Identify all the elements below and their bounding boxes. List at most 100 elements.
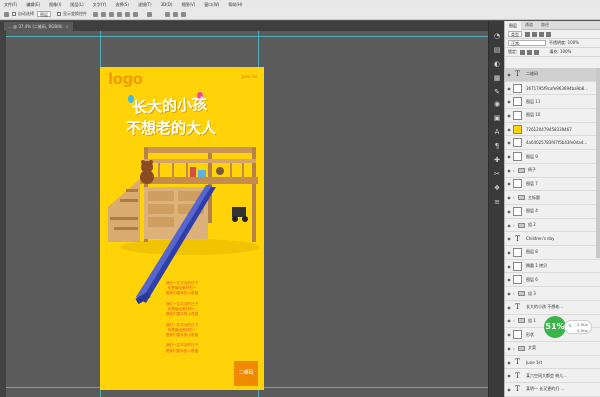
visibility-eye-icon[interactable]: ◉ (505, 127, 513, 132)
visibility-eye-icon[interactable]: ◉ (505, 332, 513, 337)
layer-row[interactable]: ◉ 图层 10 (505, 109, 600, 123)
visibility-eye-icon[interactable]: ◉ (505, 86, 513, 91)
3d-pan-icon[interactable] (181, 11, 186, 17)
history-icon[interactable]: ◔ (493, 33, 501, 40)
color-icon[interactable]: ◉ (493, 101, 501, 108)
layer-row[interactable]: ◉ › 椅子 (505, 164, 600, 178)
filter-text-icon[interactable] (539, 31, 544, 37)
layer-row[interactable]: ◉ T June 1st (505, 356, 600, 370)
visibility-eye-icon[interactable]: ◉ (505, 277, 513, 282)
properties-icon[interactable]: ▤ (493, 47, 501, 54)
document-tab[interactable]: ... @ 37.4% (二维码, RGB/8) × (4, 22, 73, 31)
layer-row[interactable]: ◉ 3671795f9cafe963694ba9b8... (505, 82, 600, 96)
menu-item[interactable]: 视图(V) (181, 2, 195, 8)
close-icon[interactable]: × (66, 24, 69, 29)
layer-row[interactable]: ◉ 图层 8 (505, 246, 600, 260)
brush-icon[interactable]: ✎ (493, 89, 501, 96)
align-center-icon[interactable] (101, 11, 106, 17)
3d-mode-icon[interactable] (165, 11, 170, 17)
adjustments-icon[interactable]: ◐ (493, 61, 501, 68)
auto-select-checkbox[interactable] (12, 12, 16, 16)
visibility-eye-icon[interactable]: ◉ (505, 346, 513, 351)
layers-scrollbar[interactable] (596, 68, 600, 258)
visibility-eye-icon[interactable]: ◉ (505, 113, 513, 118)
menu-item[interactable]: 图层(L) (70, 2, 83, 8)
lock-position-icon[interactable] (527, 49, 533, 55)
menu-item[interactable]: 图像(I) (49, 2, 61, 8)
lock-pixels-icon[interactable] (520, 49, 526, 55)
transform-checkbox[interactable] (57, 12, 61, 16)
layer-row[interactable]: ◉ T Children's day (505, 232, 600, 247)
lock-all-icon[interactable] (534, 49, 540, 55)
layer-row[interactable]: ◉ 图层 9 (505, 150, 600, 164)
opacity-field[interactable]: 不透明度: 100% (549, 40, 579, 46)
filter-shape-icon[interactable] (546, 31, 551, 37)
fill-field[interactable]: 填充: 100% (549, 49, 571, 55)
visibility-eye-icon[interactable]: ◉ (505, 209, 513, 214)
layer-row[interactable]: ◉ 图层 6 (505, 274, 600, 288)
layer-row[interactable]: ◉ 4a64025783f47f5b43fe0da4... (505, 137, 600, 151)
layer-row[interactable]: ◉ › 组 2 (505, 219, 600, 233)
menu-item[interactable]: 帮助(H) (228, 2, 242, 8)
align-right-icon[interactable] (109, 11, 114, 17)
menu-item[interactable]: 选择(S) (115, 2, 129, 8)
visibility-eye-icon[interactable]: ◉ (505, 387, 513, 392)
tab-paths[interactable]: 路径 (537, 22, 553, 28)
target-select[interactable]: 图层 (37, 11, 51, 17)
tab-channels[interactable]: 通道 (521, 22, 537, 28)
visibility-eye-icon[interactable]: ◉ (505, 72, 513, 77)
layer-row[interactable]: ◉ 图层 7 (505, 178, 600, 192)
libraries-icon[interactable]: ▣ (493, 115, 501, 122)
3d-rotate-icon[interactable] (173, 11, 178, 17)
character-icon[interactable]: A (493, 129, 501, 136)
visibility-eye-icon[interactable]: ◉ (505, 223, 513, 228)
visibility-eye-icon[interactable]: ◉ (505, 181, 513, 186)
visibility-eye-icon[interactable]: ◉ (505, 99, 513, 104)
channels-icon[interactable]: ≡ (493, 199, 501, 206)
layer-row[interactable]: ◉ 726120479458339467 (505, 123, 600, 137)
filter-adjustment-icon[interactable] (532, 31, 537, 37)
swatches-icon[interactable]: ▦ (493, 75, 501, 82)
visibility-eye-icon[interactable]: ◉ (505, 373, 513, 378)
layer-row[interactable]: ◉ T 某明一 长又更的打 ... (505, 383, 600, 397)
layer-row[interactable]: ◉ › 主标题 (505, 191, 600, 205)
menu-item[interactable]: 文件(F) (4, 2, 17, 8)
poster-artboard[interactable]: logo June 1st 长大的小孩 不想老的大人 我们一生平淡的日子 也是曾… (100, 67, 264, 390)
layer-row[interactable]: ◉ › 组 3 (505, 287, 600, 301)
visibility-eye-icon[interactable]: ◉ (505, 250, 513, 255)
filter-pixel-icon[interactable] (525, 31, 530, 37)
visibility-eye-icon[interactable]: ◉ (505, 305, 513, 310)
visibility-eye-icon[interactable]: ◉ (505, 195, 513, 200)
glyphs-icon[interactable]: ✚ (493, 157, 501, 164)
layer-row[interactable]: ◉ T 二维码 (505, 68, 600, 82)
performance-badge[interactable]: 51% (544, 316, 566, 338)
layer-filter-select[interactable]: 类型 (508, 31, 522, 37)
layer-row[interactable]: ◉ T 长大的小孩 不想老... (505, 301, 600, 315)
menu-item[interactable]: 窗口(W) (204, 2, 219, 8)
layer-row[interactable]: ◉ 椭圆 1 拷贝 (505, 260, 600, 274)
visibility-eye-icon[interactable]: ◉ (505, 236, 513, 241)
visibility-eye-icon[interactable]: ◉ (505, 168, 513, 173)
canvas-area[interactable]: logo June 1st 长大的小孩 不想老的大人 我们一生平淡的日子 也是曾… (6, 31, 488, 397)
tab-layers[interactable]: 图层 (505, 20, 521, 30)
layer-row[interactable]: ◉ 图层 11 (505, 95, 600, 110)
visibility-eye-icon[interactable]: ◉ (505, 318, 513, 323)
visibility-eye-icon[interactable]: ◉ (505, 360, 513, 365)
menu-item[interactable]: 文字(Y) (93, 2, 107, 8)
visibility-eye-icon[interactable]: ◉ (505, 291, 513, 296)
layer-row[interactable]: ◉ › 文案 (505, 342, 600, 356)
layer-row[interactable]: ◉ T 某六空间大都会 俯儿... (505, 369, 600, 384)
align-top-icon[interactable] (117, 11, 122, 17)
align-left-icon[interactable] (93, 11, 98, 17)
visibility-eye-icon[interactable]: ◉ (505, 140, 513, 145)
align-bottom-icon[interactable] (133, 11, 138, 17)
move-tool-icon[interactable] (4, 11, 9, 17)
distribute-icon[interactable] (147, 11, 152, 17)
menu-item[interactable]: 滤镜(T) (138, 2, 152, 8)
blend-mode-select[interactable]: 正常 (508, 40, 546, 46)
layer-row[interactable]: ◉ 图层 4 (505, 205, 600, 219)
visibility-eye-icon[interactable]: ◉ (505, 154, 513, 159)
paragraph-icon[interactable]: ¶ (493, 143, 501, 150)
tool-presets-icon[interactable]: ✂ (493, 171, 501, 178)
menu-item[interactable]: 3D(D) (161, 2, 173, 7)
